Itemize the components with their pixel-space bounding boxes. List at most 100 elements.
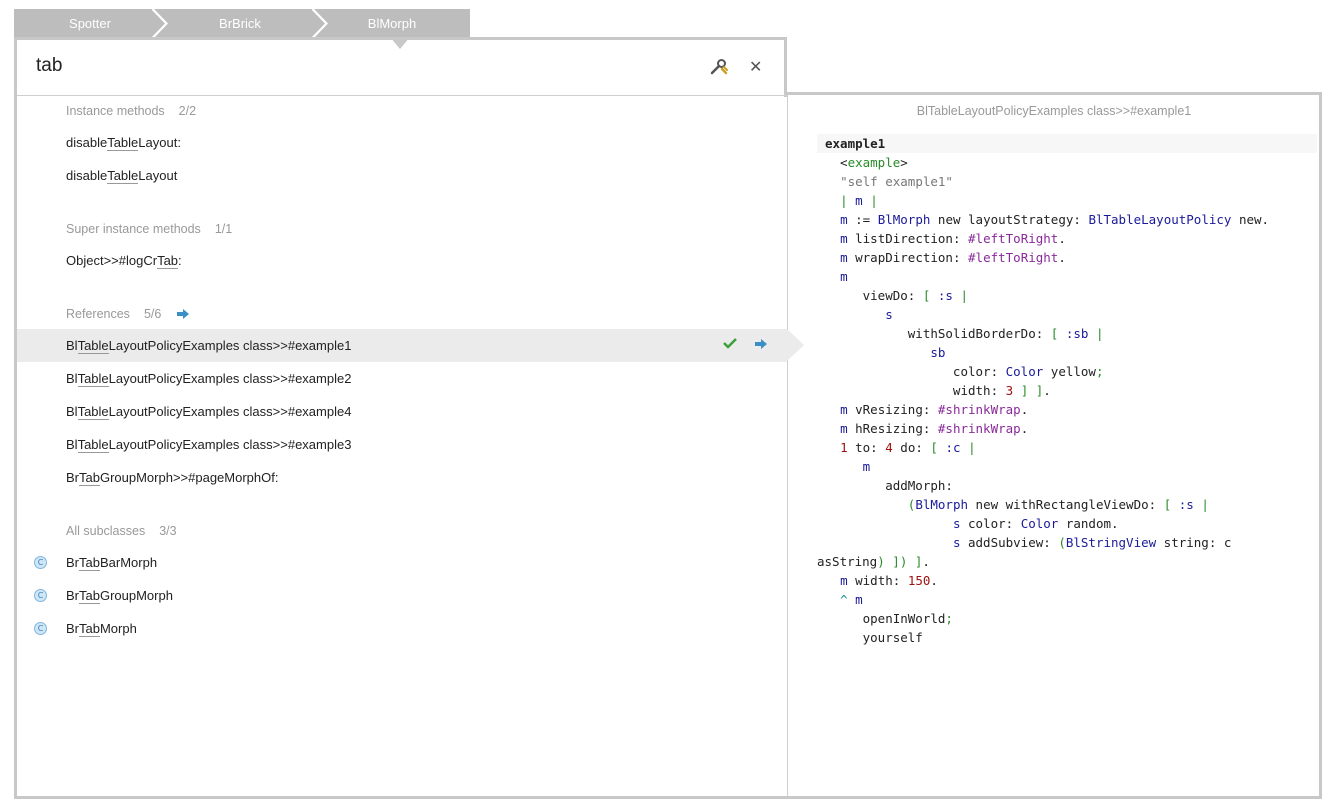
code-line: m wrapDirection: #leftToRight.: [840, 250, 1066, 265]
code-line: s color: Color random.: [952, 516, 1119, 531]
code-line: m width: 150.: [840, 573, 938, 588]
list-item[interactable]: BlTableLayoutPolicyExamples class>>#exam…: [66, 371, 352, 387]
code-line: viewDo: [ :s |: [825, 288, 969, 303]
list-item[interactable]: BlTableLayoutPolicyExamples class>>#exam…: [66, 404, 352, 420]
code-line: color: Color yellow;: [825, 364, 1104, 379]
code-line: m vResizing: #shrinkWrap.: [840, 402, 1029, 417]
breadcrumb: Spotter BrBrick BlMorph: [14, 9, 470, 38]
class-icon: C: [34, 556, 47, 569]
code-line: m listDirection: #leftToRight.: [840, 231, 1066, 246]
category-label: References: [66, 307, 130, 321]
code-line: s addSubview: (BlStringView string: c: [952, 535, 1232, 550]
item-text: GroupMorph: [99, 588, 173, 603]
category-header-all-subclasses: All subclasses 3/3: [66, 524, 177, 538]
item-text: LayoutPolicyExamples class>>#example4: [108, 404, 352, 419]
code-line: withSolidBorderDo: [ :sb |: [825, 326, 1104, 341]
item-text: Br: [66, 621, 79, 636]
code-line: example1: [817, 134, 1317, 153]
item-text: BarMorph: [99, 555, 158, 570]
search-input[interactable]: tab: [36, 55, 62, 77]
item-text: disable: [66, 135, 108, 150]
category-count: 2/2: [178, 104, 197, 118]
list-item[interactable]: BlTableLayoutPolicyExamples class>>#exam…: [66, 437, 352, 453]
check-icon[interactable]: [723, 337, 737, 349]
item-text: Bl: [66, 437, 78, 452]
code-line: m: [840, 269, 848, 284]
item-text: disable: [66, 168, 108, 183]
list-item[interactable]: disableTableLayout:: [66, 135, 181, 151]
item-text: GroupMorph>>#pageMorphOf:: [99, 470, 279, 485]
item-text: Object>>#logCr: [66, 253, 158, 268]
category-count: 1/1: [214, 222, 233, 236]
wrench-icon[interactable]: [710, 58, 728, 76]
category-header-super-instance-methods: Super instance methods 1/1: [66, 222, 232, 236]
class-icon: C: [34, 622, 47, 635]
item-text: LayoutPolicyExamples class>>#example3: [108, 437, 352, 452]
breadcrumb-item-brbrick[interactable]: BrBrick: [154, 9, 326, 38]
frame-border: [784, 37, 787, 97]
list-item[interactable]: Object>>#logCrTab:: [66, 253, 182, 269]
item-match: Tab: [157, 253, 179, 269]
frame-border: [14, 796, 1322, 799]
code-line: (BlMorph new withRectangleViewDo: [ :s |: [907, 497, 1209, 512]
frame-border: [1319, 92, 1322, 799]
code-line: s: [885, 307, 893, 322]
code-line: 1 to: 4 do: [ :c |: [840, 440, 976, 455]
category-count: 5/6: [143, 307, 162, 321]
breadcrumb-item-blmorph[interactable]: BlMorph: [314, 9, 470, 38]
code-line: "self example1": [840, 174, 953, 189]
item-text: LayoutPolicyExamples class>>#example2: [108, 371, 352, 386]
item-match: Table: [77, 404, 109, 420]
item-match: Tab: [79, 470, 100, 486]
item-text: Bl: [66, 371, 78, 386]
item-text: Layout: [138, 168, 178, 183]
item-text: Layout:: [138, 135, 181, 150]
list-item-selected[interactable]: BlTableLayoutPolicyExamples class>>#exam…: [66, 338, 352, 354]
code-line: | m |: [840, 193, 878, 208]
code-line: asString) ]) ].: [817, 554, 930, 569]
dive-in-arrow-icon[interactable]: [176, 308, 190, 320]
frame-border: [14, 37, 17, 799]
breadcrumb-pointer: [390, 37, 410, 49]
item-text: LayoutPolicyExamples class>>#example1: [108, 338, 352, 353]
category-label: Super instance methods: [66, 222, 201, 236]
code-line: <example>: [825, 155, 908, 170]
code-preview[interactable]: example1 <example> "self example1" | m |…: [817, 134, 1317, 647]
code-line: m: [862, 459, 871, 474]
code-line: openInWorld;: [825, 611, 953, 626]
list-item[interactable]: BrTabMorph: [66, 621, 137, 637]
item-match: Table: [107, 168, 139, 184]
code-line: width: 3 ] ].: [825, 383, 1051, 398]
code-line: sb: [930, 345, 946, 360]
category-header-references: References 5/6: [66, 307, 189, 321]
code-line: addMorph:: [825, 478, 953, 493]
pane-divider: [787, 95, 788, 796]
category-header-instance-methods: Instance methods 2/2: [66, 104, 196, 118]
item-match: Table: [77, 371, 109, 387]
item-match: Tab: [79, 588, 100, 604]
item-text: Bl: [66, 404, 78, 419]
item-match: Tab: [79, 555, 100, 571]
list-item[interactable]: disableTableLayout: [66, 168, 178, 184]
close-icon[interactable]: ✕: [749, 57, 762, 77]
item-match: Tab: [79, 621, 100, 637]
item-text: Br: [66, 588, 79, 603]
class-icon: C: [34, 589, 47, 602]
code-line: yourself: [825, 630, 923, 645]
item-match: Table: [107, 135, 139, 151]
item-text: Bl: [66, 338, 78, 353]
list-item[interactable]: BrTabGroupMorph: [66, 588, 173, 604]
breadcrumb-separator: [152, 9, 168, 38]
list-item[interactable]: BrTabGroupMorph>>#pageMorphOf:: [66, 470, 279, 486]
item-text: Br: [66, 470, 79, 485]
breadcrumb-item-spotter[interactable]: Spotter: [14, 9, 166, 38]
category-count: 3/3: [159, 524, 177, 538]
frame-border: [784, 92, 1322, 95]
code-line: ^ m: [840, 592, 863, 607]
item-match: Table: [77, 437, 109, 453]
category-label: All subclasses: [66, 524, 146, 538]
list-item[interactable]: BrTabBarMorph: [66, 555, 158, 571]
category-label: Instance methods: [66, 104, 165, 118]
dive-in-arrow-icon[interactable]: [754, 338, 768, 350]
item-text: Br: [66, 555, 79, 570]
